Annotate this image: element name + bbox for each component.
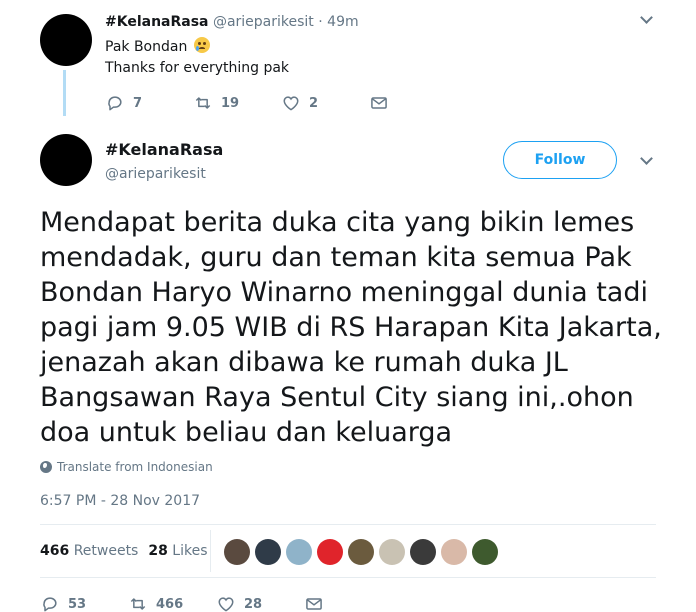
like-button[interactable]: 2 (281, 93, 318, 113)
retweets-label: Retweets (73, 543, 139, 559)
liker-avatar-2[interactable] (255, 539, 281, 565)
like-count: 2 (309, 95, 319, 111)
liker-avatar-5[interactable] (348, 539, 374, 565)
avatar[interactable] (40, 134, 92, 186)
sad-tear-emoji-icon (193, 37, 210, 53)
tweet-text-line: Thanks for everything pak (105, 60, 290, 76)
retweets-count: 466 (40, 543, 70, 559)
handle[interactable]: @arieparikesit (105, 166, 206, 182)
chevron-down-icon[interactable] (640, 11, 653, 24)
retweet-icon (195, 97, 211, 109)
like-count: 28 (244, 596, 263, 612)
tweet-text-line: jenazah akan dibawa ke rumah duka JL (40, 347, 568, 378)
display-name[interactable]: #KelanaRasa (105, 14, 209, 30)
heart-icon (218, 597, 234, 612)
reply-icon (108, 96, 122, 111)
retweets-stat[interactable]: 466 Retweets (40, 543, 138, 559)
chevron-down-icon[interactable] (640, 152, 653, 165)
divider (40, 524, 656, 525)
retweet-button[interactable]: 19 (193, 93, 239, 113)
divider (40, 577, 656, 578)
direct-message-button[interactable] (304, 594, 332, 612)
retweet-count: 466 (156, 596, 184, 612)
tweet-text-line: Bangsawan Raya Sentul City siang ini,.oh… (40, 382, 634, 413)
reply-icon (43, 597, 57, 612)
separator: · (318, 14, 323, 30)
translate-link[interactable]: Translate from Indonesian (40, 460, 213, 474)
globe-icon (40, 461, 52, 473)
liker-avatar-8[interactable] (441, 539, 467, 565)
tweet-text-line: Mendapat berita duka cita yang bikin lem… (40, 207, 635, 238)
thread-connector (63, 70, 66, 116)
main-tweet-text: Mendapat berita duka cita yang bikin lem… (40, 205, 680, 450)
tweet-text-line: mendadak, guru dan teman kita semua Pak (40, 242, 632, 273)
liker-avatar-1[interactable] (224, 539, 250, 565)
tweet-text-line: doa untuk beliau dan keluarga (40, 417, 453, 448)
reply-count: 53 (68, 596, 87, 612)
envelope-icon (306, 598, 322, 610)
heart-icon (283, 96, 299, 111)
follow-button[interactable]: Follow (503, 141, 617, 179)
avatar[interactable] (40, 14, 92, 66)
handle[interactable]: @arieparikesit (213, 14, 314, 30)
liker-avatar-4[interactable] (317, 539, 343, 565)
like-button[interactable]: 28 (216, 594, 262, 612)
parent-tweet-header: #KelanaRasa @arieparikesit · 49m (105, 14, 359, 30)
retweet-count: 19 (221, 95, 240, 111)
likes-count: 28 (148, 543, 168, 559)
tweet-timestamp[interactable]: 6:57 PM - 28 Nov 2017 (40, 493, 200, 509)
tweet-time[interactable]: 49m (327, 14, 358, 30)
liker-avatar-3[interactable] (286, 539, 312, 565)
reply-count: 7 (133, 95, 143, 111)
parent-tweet-text: Pak Bondan Thanks for everything pak (105, 37, 289, 79)
likes-stat[interactable]: 28 Likes (148, 543, 207, 559)
retweet-icon (130, 598, 146, 610)
tweet-text-line: Bondan Haryo Winarno meninggal dunia tad… (40, 277, 648, 308)
liker-avatar-6[interactable] (379, 539, 405, 565)
tweet-text-line: pagi jam 9.05 WIB di RS Harapan Kita Jak… (40, 312, 662, 343)
direct-message-button[interactable] (369, 93, 397, 113)
divider (210, 530, 211, 572)
likes-label: Likes (172, 543, 208, 559)
retweet-button[interactable]: 466 (128, 594, 183, 612)
reply-button[interactable]: 7 (105, 93, 142, 113)
reply-button[interactable]: 53 (40, 594, 86, 612)
translate-label: Translate from Indonesian (57, 460, 213, 474)
liker-avatar-9[interactable] (472, 539, 498, 565)
tweet-text-line: Pak Bondan (105, 39, 188, 55)
display-name[interactable]: #KelanaRasa (105, 140, 223, 159)
tweet-stats: 466 Retweets 28 Likes (40, 543, 208, 559)
liker-avatar-7[interactable] (410, 539, 436, 565)
envelope-icon (371, 97, 387, 109)
